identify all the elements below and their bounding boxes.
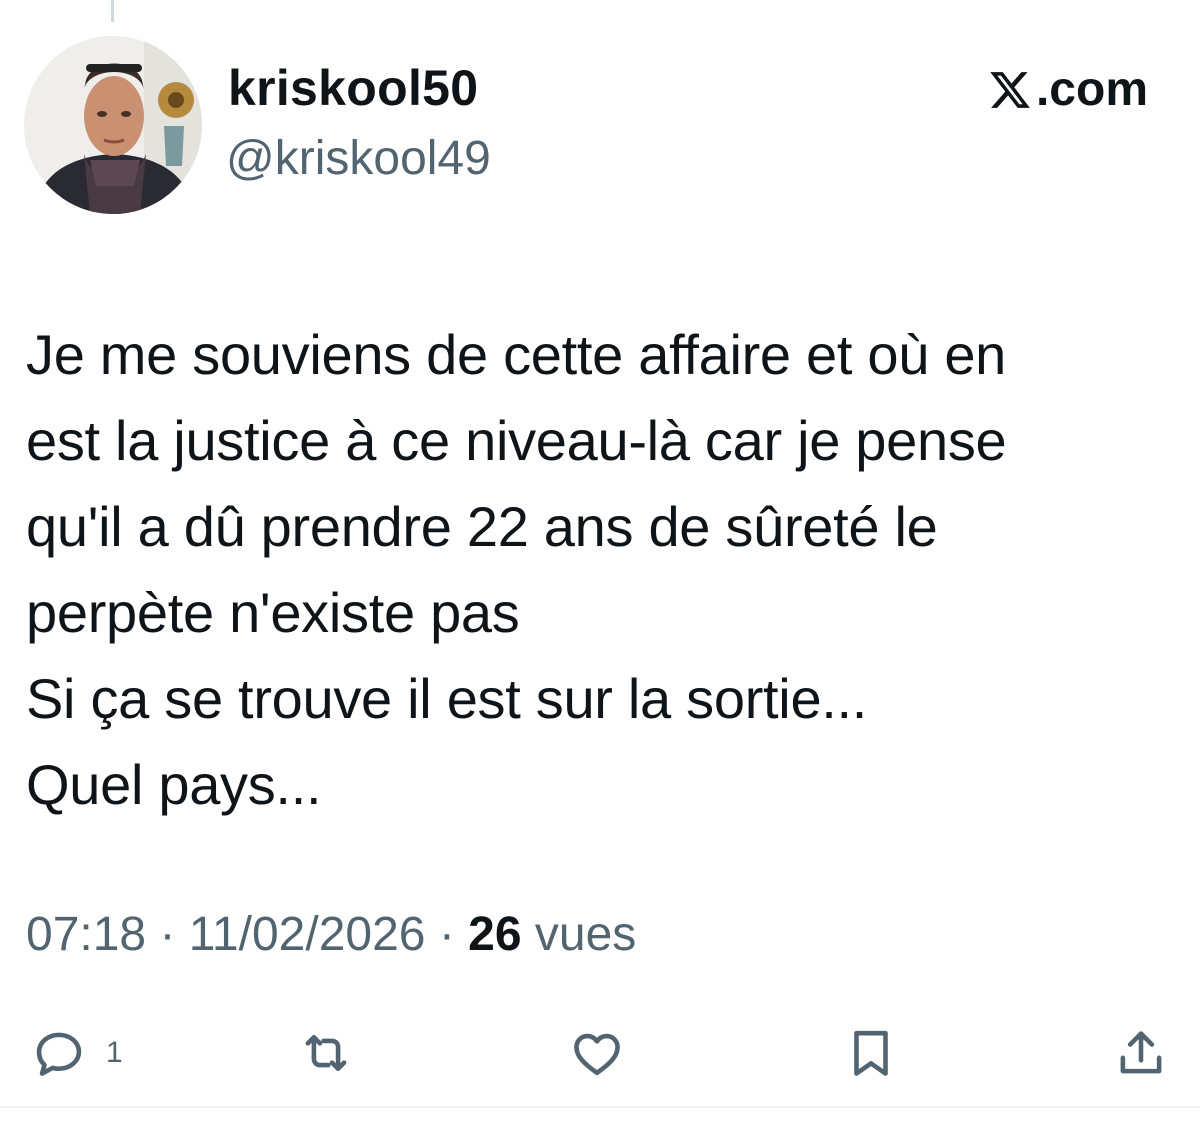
tweet-time[interactable]: 07:18 xyxy=(26,908,146,961)
reply-icon xyxy=(30,1024,88,1082)
brand-label: .com xyxy=(1035,63,1148,116)
avatar-image xyxy=(24,36,202,214)
bookmark-button[interactable] xyxy=(842,1018,900,1088)
tweet-actions: 1 xyxy=(0,1018,1200,1088)
like-icon xyxy=(568,1024,626,1082)
divider xyxy=(0,1106,1200,1108)
repost-button[interactable] xyxy=(297,1018,355,1088)
views-count: 26 xyxy=(468,908,522,961)
views-label: vues xyxy=(534,908,637,961)
avatar[interactable] xyxy=(24,36,202,214)
tweet-text: Je me souviens de cette affaire et où en… xyxy=(26,323,1007,816)
meta-separator: · xyxy=(159,908,176,961)
x-logo-icon xyxy=(988,68,1032,112)
meta-separator: · xyxy=(438,908,455,961)
thread-connector-line xyxy=(111,0,114,22)
tweet-meta: 07:18 · 11/02/2026 · 26 vues xyxy=(26,900,636,970)
repost-icon xyxy=(297,1024,355,1082)
tweet-date[interactable]: 11/02/2026 xyxy=(189,908,426,961)
brand-mark: .com xyxy=(988,62,1148,118)
like-button[interactable] xyxy=(568,1018,626,1088)
author-handle[interactable]: @kriskool49 xyxy=(226,128,491,190)
author-display-name[interactable]: kriskool50 xyxy=(228,56,478,120)
reply-count: 1 xyxy=(106,1036,123,1069)
share-button[interactable] xyxy=(1112,1018,1170,1088)
share-icon xyxy=(1112,1024,1170,1082)
bookmark-icon xyxy=(842,1024,900,1082)
reply-button[interactable]: 1 xyxy=(30,1018,123,1088)
